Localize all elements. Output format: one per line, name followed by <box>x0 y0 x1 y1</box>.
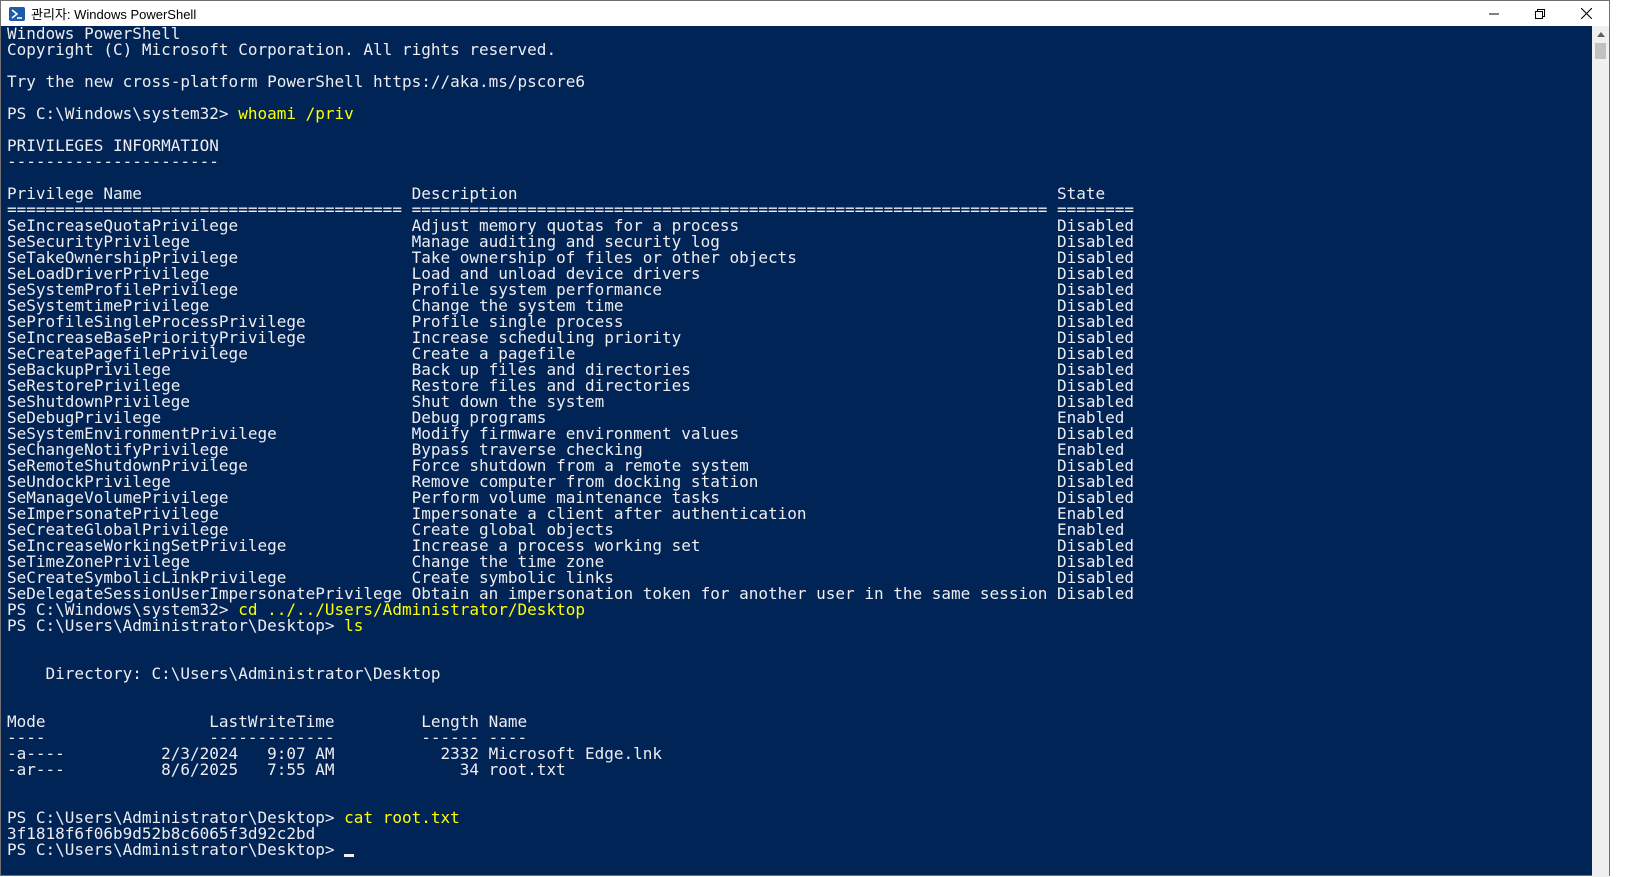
window-title: 관리자: Windows PowerShell <box>31 7 197 22</box>
close-icon <box>1580 8 1592 19</box>
restore-button[interactable] <box>1517 1 1563 26</box>
close-button[interactable] <box>1563 1 1609 26</box>
minimize-icon <box>1489 13 1499 14</box>
scroll-thumb[interactable] <box>1595 43 1606 59</box>
output-line: Try the new cross-platform PowerShell ht… <box>7 72 585 91</box>
output-line: -ar--- 8/6/2025 7:55 AM 34 root.txt <box>7 760 566 779</box>
prompt-text: PS C:\Users\Administrator\Desktop> <box>7 840 345 859</box>
prompt-text: PS C:\Users\Administrator\Desktop> <box>7 616 345 635</box>
prompt-line: PS C:\Users\Administrator\Desktop> <box>7 842 1607 858</box>
vertical-scrollbar[interactable] <box>1592 26 1609 877</box>
title-bar[interactable]: 관리자: Windows PowerShell <box>1 1 1609 26</box>
prompt-line: PS C:\Users\Administrator\Desktop> ls <box>7 618 1607 634</box>
prompt-text: PS C:\Windows\system32> <box>7 104 239 123</box>
command-text: ls <box>344 616 364 635</box>
console-output[interactable]: Windows PowerShell Copyright (C) Microsof… <box>7 26 1607 877</box>
command-text: whoami /priv <box>238 104 354 123</box>
powershell-icon <box>9 6 25 21</box>
prompt-line: PS C:\Windows\system32> whoami /priv <box>7 106 1607 122</box>
command-text: cat root.txt <box>344 808 460 827</box>
output-line: PRIVILEGES INFORMATION <box>7 136 219 155</box>
text-cursor <box>344 854 355 857</box>
minimize-button[interactable] <box>1471 1 1517 26</box>
output-line: Copyright (C) Microsoft Corporation. All… <box>7 40 557 59</box>
scroll-up-button[interactable] <box>1592 26 1609 43</box>
chevron-up-icon <box>1596 32 1605 37</box>
restore-icon <box>1535 8 1545 19</box>
output-line: Directory: C:\Users\Administrator\Deskto… <box>7 664 441 683</box>
output-line: ---------------------- <box>7 152 219 171</box>
powershell-window: 관리자: Windows PowerShell Windows PowerShe… <box>0 0 1610 877</box>
